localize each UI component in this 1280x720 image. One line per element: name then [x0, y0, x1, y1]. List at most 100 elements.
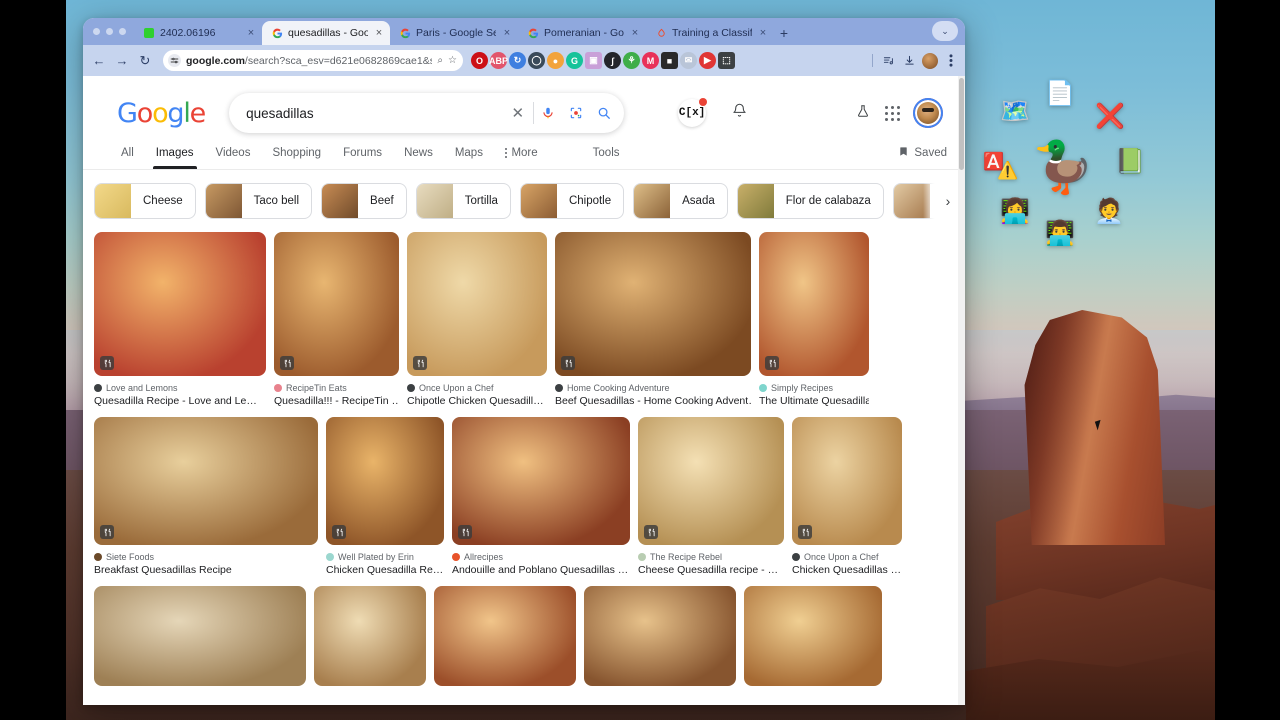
image-result-thumbnail[interactable]: [638, 417, 784, 545]
image-result-title[interactable]: Breakfast Quesadillas Recipe: [94, 564, 318, 576]
browser-tab[interactable]: quesadillas - Google Sear ×: [262, 21, 390, 45]
related-chip[interactable]: Flor de calabaza: [736, 183, 884, 219]
mail-extension[interactable]: ✉: [680, 52, 697, 69]
bell-icon[interactable]: [732, 103, 747, 123]
mic-icon[interactable]: [534, 106, 562, 120]
person-working-icon[interactable]: 🧑‍💼: [1094, 200, 1124, 224]
adblock-extension[interactable]: ABP: [489, 52, 508, 69]
image-result-card[interactable]: [94, 586, 306, 686]
tab-search-chevron-down-icon[interactable]: ⌄: [932, 21, 958, 41]
mm-extension[interactable]: M: [642, 52, 659, 69]
image-result-thumbnail[interactable]: [94, 232, 266, 376]
window-maximize-button[interactable]: [119, 28, 126, 35]
account-avatar[interactable]: [915, 100, 941, 126]
tab-maps[interactable]: Maps: [444, 147, 494, 168]
document-clock-icon[interactable]: 📄: [1045, 82, 1075, 106]
image-result-thumbnail[interactable]: [407, 232, 547, 376]
google-logo[interactable]: Google: [117, 98, 206, 129]
tab-close-icon[interactable]: ×: [757, 27, 769, 39]
people-desk-icon[interactable]: 👨‍💻: [1045, 222, 1075, 246]
opera-extension[interactable]: O: [471, 52, 488, 69]
page-scroll-area[interactable]: Google ✕: [83, 76, 965, 705]
image-result-thumbnail[interactable]: [759, 232, 869, 376]
zoom-icon[interactable]: ⌕: [437, 55, 443, 66]
lens-icon[interactable]: [562, 106, 590, 120]
browser-profile-avatar[interactable]: [922, 52, 938, 69]
image-result-title[interactable]: Quesadilla Recipe - Love and Le…: [94, 395, 266, 407]
saved-button[interactable]: Saved: [898, 146, 947, 169]
related-chip[interactable]: Asada: [633, 183, 728, 219]
colorpicker-extension[interactable]: ●: [547, 52, 564, 69]
tab-close-icon[interactable]: ×: [245, 27, 257, 39]
browser-tab[interactable]: 2402.06196 ×: [134, 21, 262, 45]
image-result-thumbnail[interactable]: [94, 586, 306, 686]
image-result-card[interactable]: [314, 586, 426, 686]
search-box[interactable]: ✕: [229, 93, 625, 133]
rubber-duck-icon[interactable]: 🦆: [1032, 142, 1094, 192]
address-bar[interactable]: google.com/search?sca_esv=d621e0682869ca…: [163, 50, 463, 71]
flask-icon[interactable]: [856, 104, 870, 122]
tab-news[interactable]: News: [393, 147, 444, 168]
image-result-thumbnail[interactable]: [555, 232, 751, 376]
image-result-card[interactable]: Once Upon a Chef Chipotle Chicken Quesadi…: [407, 232, 547, 407]
related-chip[interactable]: Taco bell: [204, 183, 313, 219]
tree-extension[interactable]: ⚘: [623, 52, 640, 69]
warning-icon[interactable]: ⚠️: [997, 162, 1018, 179]
grammarly-extension[interactable]: G: [566, 52, 583, 69]
search-input[interactable]: [246, 105, 503, 121]
tools-button[interactable]: Tools: [549, 147, 631, 168]
image-result-title[interactable]: Chipotle Chicken Quesadill…: [407, 395, 547, 407]
chrome-menu-icon[interactable]: [942, 52, 959, 69]
video-extension[interactable]: ■: [661, 52, 678, 69]
map-pin-icon[interactable]: 🗺️: [1000, 100, 1030, 124]
page-scrollbar-thumb[interactable]: [959, 78, 964, 170]
search-submit-icon[interactable]: [590, 106, 618, 120]
person-laptop-icon[interactable]: 👩‍💻: [1000, 200, 1030, 224]
image-result-title[interactable]: Cheese Quesadilla recipe - …: [638, 564, 784, 576]
browser-tab[interactable]: Training a Classifier — PyT ×: [646, 21, 774, 45]
tab-close-icon[interactable]: ×: [501, 27, 513, 39]
site-settings-tune-icon[interactable]: [168, 54, 181, 67]
browser-tab[interactable]: Paris - Google Search ×: [390, 21, 518, 45]
image-result-title[interactable]: Chicken Quesadilla Re…: [326, 564, 444, 576]
browser-tab[interactable]: Pomeranian - Google Sear ×: [518, 21, 646, 45]
image-result-card[interactable]: Home Cooking Adventure Beef Quesadillas -…: [555, 232, 751, 407]
math-extension[interactable]: ∫: [604, 52, 621, 69]
more-verticals-button[interactable]: More: [494, 147, 549, 168]
related-chip[interactable]: Beef: [321, 183, 407, 219]
image-result-card[interactable]: Well Plated by Erin Chicken Quesadilla Re…: [326, 417, 444, 576]
error-cross-icon[interactable]: ❌: [1095, 105, 1125, 129]
window-controls[interactable]: [91, 18, 134, 45]
image-result-thumbnail[interactable]: [744, 586, 882, 686]
image-result-title[interactable]: Andouille and Poblano Quesadillas …: [452, 564, 630, 576]
tex-file-icon[interactable]: 📗: [1115, 150, 1145, 174]
image-result-card[interactable]: Simply Recipes The Ultimate Quesadilla …: [759, 232, 869, 407]
image-result-title[interactable]: The Ultimate Quesadilla …: [759, 395, 869, 407]
window-minimize-button[interactable]: [106, 28, 113, 35]
tab-forums[interactable]: Forums: [332, 147, 393, 168]
new-tab-button[interactable]: +: [774, 21, 794, 45]
tab-images[interactable]: Images: [145, 147, 205, 169]
image-result-card[interactable]: [434, 586, 576, 686]
tab-videos[interactable]: Videos: [205, 147, 262, 168]
image-result-thumbnail[interactable]: [326, 417, 444, 545]
tab-close-icon[interactable]: ×: [629, 27, 641, 39]
image-result-card[interactable]: Love and Lemons Quesadilla Recipe - Love …: [94, 232, 266, 407]
related-chip[interactable]: Tortilla: [415, 183, 511, 219]
image-result-card[interactable]: The Recipe Rebel Cheese Quesadilla recipe…: [638, 417, 784, 576]
image-result-title[interactable]: Beef Quesadillas - Home Cooking Advent…: [555, 395, 751, 407]
reading-list-icon[interactable]: [880, 52, 897, 69]
page-scrollbar-track[interactable]: [958, 76, 965, 705]
chips-next-chevron-icon[interactable]: ›: [923, 183, 959, 219]
cx-extension-badge[interactable]: C[x]: [678, 98, 708, 127]
image-result-card[interactable]: [584, 586, 736, 686]
sync-extension[interactable]: ↻: [509, 52, 526, 69]
downloads-icon[interactable]: [901, 52, 918, 69]
tab-all[interactable]: All: [117, 147, 145, 168]
image-result-card[interactable]: Allrecipes Andouille and Poblano Quesadil…: [452, 417, 630, 576]
clock-extension[interactable]: ◯: [528, 52, 545, 69]
image-result-card[interactable]: RecipeTin Eats Quesadilla!!! - RecipeTin …: [274, 232, 399, 407]
record-extension[interactable]: ▶: [699, 52, 716, 69]
image-result-title[interactable]: Chicken Quesadillas …: [792, 564, 902, 576]
image-result-thumbnail[interactable]: [792, 417, 902, 545]
